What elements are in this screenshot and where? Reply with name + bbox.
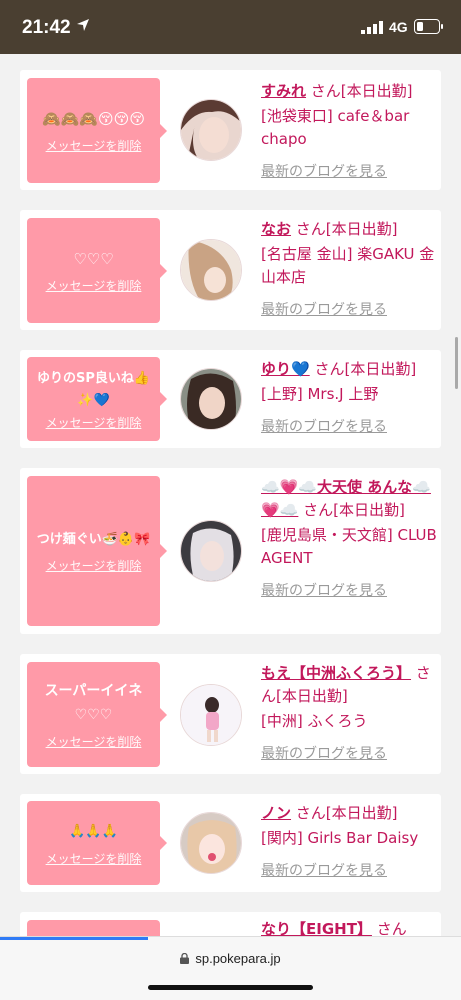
delete-message-link[interactable]: メッセージを削除	[46, 414, 142, 431]
delete-message-link[interactable]: メッセージを削除	[46, 557, 142, 574]
attendance-status: さん[本日出勤]	[310, 82, 413, 100]
attendance-status: さん	[376, 920, 407, 936]
attendance-status: さん[本日出勤]	[295, 220, 398, 238]
message-card: ゆりのSP良いね👍✨💙 メッセージを削除 ゆり💙 さん[本日出勤] [上野] M…	[20, 350, 441, 448]
avatar[interactable]	[180, 368, 242, 430]
latest-blog-link[interactable]: 最新のブログを見る	[261, 416, 437, 439]
message-card: スーパーイイネ♡♡♡ メッセージを削除 もえ【中洲ふくろう】 さん[本日出勤] …	[20, 654, 441, 774]
cast-info: なり【EIGHT】 さん	[261, 918, 437, 936]
location-arrow-icon	[77, 19, 89, 31]
message-text: 🙏🙏🙏	[69, 823, 118, 839]
page-load-progress	[0, 937, 148, 940]
message-text: ゆりのSP良いね👍✨💙	[36, 370, 151, 408]
shop-name: [鹿児島県・天文館] CLUB AGENT	[261, 526, 437, 567]
delete-message-link[interactable]: メッセージを削除	[46, 277, 142, 294]
network-type: 4G	[389, 19, 408, 35]
message-text: スーパーイイネ♡♡♡	[44, 683, 143, 723]
message-bubble	[27, 920, 160, 936]
avatar[interactable]	[180, 239, 242, 301]
delete-message-link[interactable]: メッセージを削除	[46, 850, 142, 867]
message-bubble: ゆりのSP良いね👍✨💙 メッセージを削除	[27, 357, 167, 441]
clock: 21:42	[22, 17, 71, 38]
latest-blog-link[interactable]: 最新のブログを見る	[261, 161, 437, 184]
cast-info: ノン さん[本日出勤] [関内] Girls Bar Daisy 最新のブログを…	[261, 802, 437, 883]
message-card: 🙈🙈🙈😚😚😚 メッセージを削除 すみれ さん[本日出勤] [池袋東口] cafe…	[20, 70, 441, 190]
home-indicator[interactable]	[148, 985, 313, 990]
message-bubble: 🙏🙏🙏 メッセージを削除	[27, 801, 167, 885]
shop-name: [上野] Mrs.J 上野	[261, 385, 379, 403]
delete-message-link[interactable]: メッセージを削除	[46, 733, 142, 750]
cast-name-link[interactable]: なり【EIGHT】	[261, 920, 372, 936]
shop-name: [池袋東口] cafe＆bar chapo	[261, 107, 410, 148]
address-bar[interactable]: sp.pokepara.jp	[0, 951, 461, 966]
attendance-status: さん[本日出勤]	[295, 804, 398, 822]
cast-info: ☁️💗☁️大天使 あんな☁️💗☁️ さん[本日出勤] [鹿児島県・天文館] CL…	[261, 476, 437, 603]
avatar[interactable]	[180, 684, 242, 746]
lock-icon	[180, 953, 190, 964]
avatar[interactable]	[180, 520, 242, 582]
browser-bottom-bar: sp.pokepara.jp	[0, 936, 461, 1000]
latest-blog-link[interactable]: 最新のブログを見る	[261, 580, 437, 603]
latest-blog-link[interactable]: 最新のブログを見る	[261, 860, 437, 883]
message-bubble: つけ麺ぐい🍜👶🎀 メッセージを削除	[27, 476, 167, 626]
cast-name-link[interactable]: もえ【中洲ふくろう】	[261, 664, 411, 682]
cast-info: すみれ さん[本日出勤] [池袋東口] cafe＆bar chapo 最新のブロ…	[261, 80, 437, 184]
cast-name-link[interactable]: ノン	[261, 804, 291, 822]
shop-name: [関内] Girls Bar Daisy	[261, 829, 419, 847]
message-card: ♡♡♡ メッセージを削除 なお さん[本日出勤] [名古屋 金山] 楽GAKU …	[20, 210, 441, 330]
battery-icon	[414, 19, 443, 34]
latest-blog-link[interactable]: 最新のブログを見る	[261, 743, 437, 766]
scrollbar-thumb[interactable]	[455, 337, 458, 389]
url-text: sp.pokepara.jp	[195, 951, 281, 966]
avatar[interactable]	[180, 812, 242, 874]
cellular-signal-icon	[361, 21, 383, 34]
message-text: 🙈🙈🙈😚😚😚	[42, 110, 145, 128]
attendance-status: さん[本日出勤]	[303, 501, 405, 519]
status-bar: 21:42 4G	[0, 0, 461, 54]
avatar[interactable]	[180, 99, 242, 161]
message-list: 🙈🙈🙈😚😚😚 メッセージを削除 すみれ さん[本日出勤] [池袋東口] cafe…	[0, 54, 461, 936]
message-card: 🙏🙏🙏 メッセージを削除 ノン さん[本日出勤] [関内] Girls Bar …	[20, 794, 441, 892]
message-bubble: スーパーイイネ♡♡♡ メッセージを削除	[27, 662, 167, 767]
message-text: ♡♡♡	[73, 250, 114, 268]
shop-name: [中洲] ふくろう	[261, 712, 368, 730]
cast-info: ゆり💙 さん[本日出勤] [上野] Mrs.J 上野 最新のブログを見る	[261, 358, 437, 439]
message-bubble: ♡♡♡ メッセージを削除	[27, 218, 167, 323]
latest-blog-link[interactable]: 最新のブログを見る	[261, 299, 437, 322]
message-card: なり【EIGHT】 さん	[20, 912, 441, 936]
message-bubble: 🙈🙈🙈😚😚😚 メッセージを削除	[27, 78, 167, 183]
cast-name-link[interactable]: ゆり💙	[261, 360, 310, 378]
message-card: つけ麺ぐい🍜👶🎀 メッセージを削除 ☁️💗☁️大天使 あんな☁️💗☁️ さん[本…	[20, 468, 441, 634]
cast-name-link[interactable]: なお	[261, 220, 291, 238]
cast-info: もえ【中洲ふくろう】 さん[本日出勤] [中洲] ふくろう 最新のブログを見る	[261, 662, 437, 766]
attendance-status: さん[本日出勤]	[314, 360, 417, 378]
cast-name-link[interactable]: すみれ	[261, 82, 306, 100]
cast-info: なお さん[本日出勤] [名古屋 金山] 楽GAKU 金山本店 最新のブログを見…	[261, 218, 437, 322]
message-text: つけ麺ぐい🍜👶🎀	[36, 531, 151, 547]
shop-name: [名古屋 金山] 楽GAKU 金山本店	[261, 245, 435, 286]
delete-message-link[interactable]: メッセージを削除	[46, 137, 142, 154]
